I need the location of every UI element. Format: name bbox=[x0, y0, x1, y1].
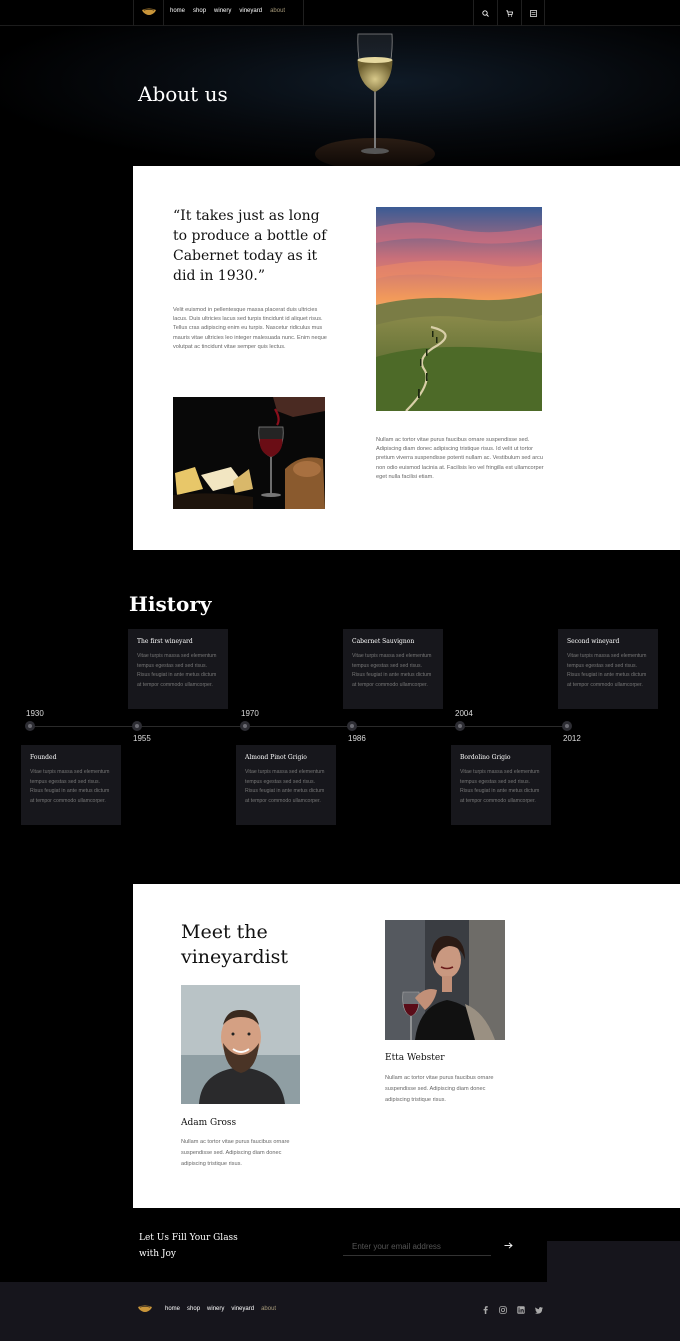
timeline-dot[interactable] bbox=[240, 721, 250, 731]
nav-link-winery[interactable]: winery bbox=[214, 8, 231, 14]
timeline-card-body: Vitae turpis massa sed elementum tempus … bbox=[245, 769, 325, 804]
timeline-year: 2012 bbox=[563, 734, 581, 743]
timeline-card: Founded Vitae turpis massa sed elementum… bbox=[21, 745, 121, 825]
email-input[interactable] bbox=[343, 1238, 491, 1256]
timeline-dot[interactable] bbox=[562, 721, 572, 731]
person-name: Adam Gross bbox=[181, 1118, 237, 1128]
timeline-dot[interactable] bbox=[25, 721, 35, 731]
timeline-line bbox=[30, 726, 570, 727]
timeline-card-title: Cabernet Sauvignon bbox=[352, 638, 415, 645]
timeline-year: 1970 bbox=[241, 709, 259, 718]
facebook-icon[interactable] bbox=[480, 1305, 490, 1315]
wine-cheese-image bbox=[173, 397, 325, 509]
linkedin-icon[interactable] bbox=[516, 1305, 526, 1315]
quote-text: “It takes just as long to produce a bott… bbox=[173, 208, 327, 284]
nav-link-vineyard[interactable]: vineyard bbox=[239, 8, 262, 14]
timeline-card-title: The first wineyard bbox=[137, 638, 193, 645]
footer: home shop winery vineyard about bbox=[0, 1282, 680, 1341]
subscribe-button[interactable] bbox=[501, 1238, 515, 1252]
newsletter-title-line-1: Let Us Fill Your Glass bbox=[139, 1233, 238, 1243]
search-button[interactable] bbox=[473, 0, 497, 26]
arrow-right-icon bbox=[504, 1241, 513, 1249]
timeline-card-body: Vitae turpis massa sed elementum tempus … bbox=[137, 653, 217, 688]
timeline-card-title: Second wineyard bbox=[567, 638, 620, 645]
timeline-card: The first wineyard Vitae turpis massa se… bbox=[128, 629, 228, 709]
vineyardist-title-line-1: Meet the bbox=[181, 921, 268, 943]
nav-divider bbox=[303, 0, 304, 26]
timeline-card-body: Vitae turpis massa sed elementum tempus … bbox=[352, 653, 432, 688]
newsletter-title-line-2: with Joy bbox=[139, 1249, 176, 1259]
about-section: “It takes just as long to produce a bott… bbox=[133, 166, 680, 550]
nav-link-home[interactable]: home bbox=[170, 8, 185, 14]
about-paragraph-2: Nullam ac tortor vitae purus faucibus or… bbox=[376, 437, 544, 480]
cart-icon bbox=[506, 9, 513, 17]
timeline-card-body: Vitae turpis massa sed elementum tempus … bbox=[567, 653, 647, 688]
timeline-card-title: Founded bbox=[30, 754, 57, 761]
etta-webster-photo bbox=[385, 920, 505, 1040]
timeline-card: Cabernet Sauvignon Vitae turpis massa se… bbox=[343, 629, 443, 709]
instagram-icon[interactable] bbox=[498, 1305, 508, 1315]
footer-link-about[interactable]: about bbox=[261, 1306, 276, 1312]
timeline-card: Bordolino Grigio Vitae turpis massa sed … bbox=[451, 745, 551, 825]
footer-link-shop[interactable]: shop bbox=[187, 1306, 200, 1312]
cart-button[interactable] bbox=[497, 0, 521, 26]
vineyardist-section: Meet the vineyardist Adam Gross Nullam a… bbox=[133, 884, 680, 1208]
page-title: About us bbox=[138, 82, 228, 106]
nav-link-about[interactable]: about bbox=[270, 8, 285, 14]
footer-bg-extension bbox=[547, 1241, 680, 1282]
newsletter-section: Let Us Fill Your Glass with Joy bbox=[133, 1208, 547, 1282]
footer-link-home[interactable]: home bbox=[165, 1306, 180, 1312]
logo-icon[interactable] bbox=[142, 7, 156, 17]
vineyardist-title-line-2: vineyardist bbox=[181, 946, 289, 968]
nav-link-shop[interactable]: shop bbox=[193, 8, 206, 14]
timeline-card-body: Vitae turpis massa sed elementum tempus … bbox=[460, 769, 540, 804]
wine-glass-image bbox=[315, 33, 435, 166]
history-title: History bbox=[129, 592, 212, 616]
newsletter-title: Let Us Fill Your Glass with Joy bbox=[139, 1230, 238, 1262]
timeline-year: 2004 bbox=[455, 709, 473, 718]
hero-section: About us bbox=[0, 26, 680, 166]
footer-link-vineyard[interactable]: vineyard bbox=[231, 1306, 254, 1312]
search-icon bbox=[482, 9, 489, 17]
footer-links: home shop winery vineyard about bbox=[165, 1306, 276, 1312]
footer-logo-icon[interactable] bbox=[138, 1304, 152, 1314]
menu-button[interactable] bbox=[521, 0, 545, 26]
nav-links: home shop winery vineyard about bbox=[170, 8, 285, 14]
timeline-year: 1930 bbox=[26, 709, 44, 718]
timeline-card: Second wineyard Vitae turpis massa sed e… bbox=[558, 629, 658, 709]
landscape-image bbox=[376, 207, 542, 411]
timeline-card-body: Vitae turpis massa sed elementum tempus … bbox=[30, 769, 110, 804]
timeline-card-title: Bordolino Grigio bbox=[460, 754, 511, 761]
person-description: Nullam ac tortor vitae purus faucibus or… bbox=[181, 1139, 290, 1167]
timeline-year: 1986 bbox=[348, 734, 366, 743]
twitter-icon[interactable] bbox=[534, 1305, 544, 1315]
vineyardist-title: Meet the vineyardist bbox=[181, 920, 288, 970]
timeline-year: 1955 bbox=[133, 734, 151, 743]
top-nav: home shop winery vineyard about bbox=[0, 0, 680, 26]
timeline-dot[interactable] bbox=[132, 721, 142, 731]
person-name: Etta Webster bbox=[385, 1053, 445, 1063]
timeline-dot[interactable] bbox=[455, 721, 465, 731]
timeline-card-title: Almond Pinot Grigio bbox=[245, 754, 307, 761]
adam-gross-photo bbox=[181, 985, 300, 1104]
footer-link-winery[interactable]: winery bbox=[207, 1306, 224, 1312]
person-description: Nullam ac tortor vitae purus faucibus or… bbox=[385, 1075, 494, 1103]
menu-icon bbox=[529, 9, 537, 17]
timeline-dot[interactable] bbox=[347, 721, 357, 731]
logo-cell[interactable] bbox=[133, 0, 164, 26]
timeline-card: Almond Pinot Grigio Vitae turpis massa s… bbox=[236, 745, 336, 825]
about-paragraph-1: Velit euismod in pellentesque massa plac… bbox=[173, 307, 327, 350]
